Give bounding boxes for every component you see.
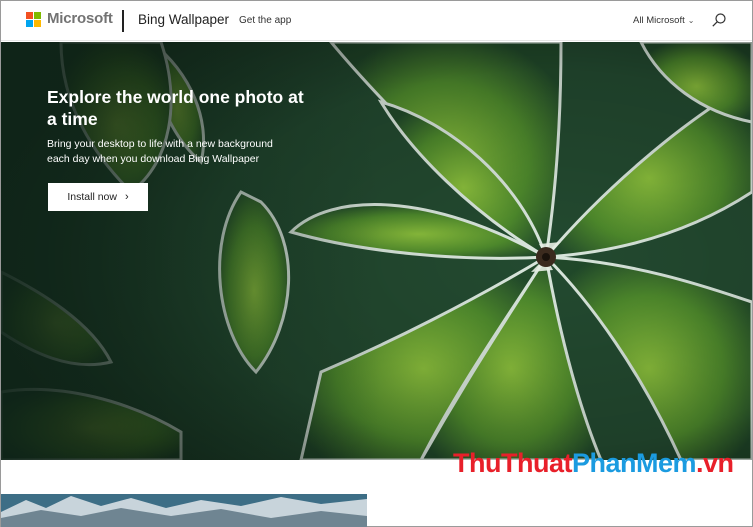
microsoft-brand-link[interactable]: Microsoft [47,10,113,27]
hero-subtitle: Bring your desktop to life with a new ba… [47,138,273,165]
hero-title: Explore the world one photo at a time [47,87,304,129]
site-header: Microsoft Bing Wallpaper Get the app All… [1,1,752,41]
chevron-down-icon: ⌄ [687,16,695,25]
get-the-app-link[interactable]: Get the app [239,15,291,26]
hero-banner: Explore the world one photo at a time Br… [1,42,752,460]
install-now-label: Install now [67,191,117,203]
product-name-link[interactable]: Bing Wallpaper [138,12,229,27]
watermark-part2: PhanMem [571,448,697,478]
install-now-button[interactable]: Install now › [48,183,148,211]
all-microsoft-label: All Microsoft [633,15,685,26]
all-microsoft-menu[interactable]: All Microsoft ⌄ [633,15,694,26]
microsoft-logo-icon[interactable] [26,12,42,28]
watermark-part3: .vn [696,448,734,478]
watermark-part1: ThuThuat [453,448,572,478]
header-divider [122,10,124,32]
watermark-text: ThuThuatPhanMem.vn [453,448,734,479]
chevron-right-icon: › [124,191,129,203]
search-icon[interactable] [711,12,727,28]
mountain-thumbnail-image[interactable] [1,494,367,527]
